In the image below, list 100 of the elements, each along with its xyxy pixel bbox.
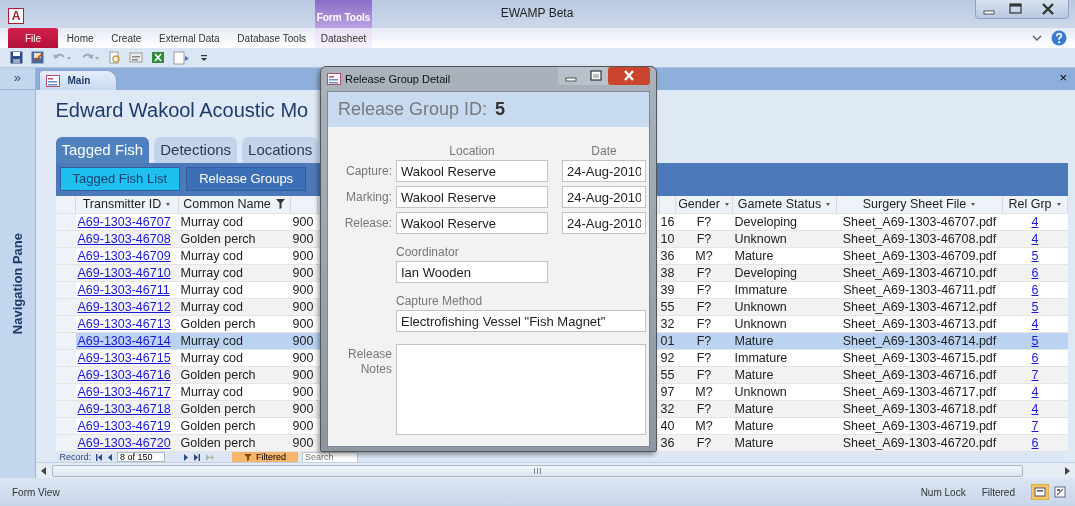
dialog-title: Release Group Detail (345, 71, 451, 87)
table-cell[interactable]: A69-1303-46707 (77, 214, 171, 229)
table-cell: M? (695, 248, 713, 263)
table-cell[interactable]: A69-1303-46719 (77, 418, 171, 433)
table-cell: Sheet_A69-1303-46715.pdf (842, 350, 997, 365)
table-cell[interactable]: A69-1303-46715 (77, 350, 171, 365)
table-cell[interactable]: 6 (1031, 350, 1039, 365)
save-as-icon[interactable] (31, 51, 44, 64)
caret-icon[interactable] (1055, 201, 1062, 208)
location-field[interactable]: Wakool Reserve (396, 186, 548, 208)
caret-icon[interactable] (970, 201, 977, 208)
first-record-icon[interactable] (95, 452, 103, 462)
table-cell: F? (696, 367, 712, 382)
table-cell: M? (695, 418, 713, 433)
table-cell[interactable]: A69-1303-46713 (77, 316, 171, 331)
table-cell: 900 (292, 282, 314, 297)
file-tab[interactable]: File (8, 28, 58, 48)
table-cell: Unknown (734, 316, 787, 331)
table-cell[interactable]: 6 (1031, 265, 1039, 280)
form-view-icon[interactable] (1031, 484, 1049, 500)
table-cell[interactable]: 5 (1031, 333, 1039, 348)
caret-icon[interactable] (165, 201, 172, 208)
close-button[interactable]: × (1059, 68, 1067, 90)
table-cell: Golden perch (180, 418, 256, 433)
table-cell[interactable]: A69-1303-46709 (77, 248, 171, 263)
table-cell[interactable]: 5 (1031, 248, 1039, 263)
table-cell[interactable]: 6 (1031, 282, 1039, 297)
search-field[interactable]: Search (302, 451, 359, 463)
caret-icon[interactable] (825, 201, 832, 208)
table-cell: 36 (660, 248, 675, 263)
table-cell[interactable]: 6 (1031, 435, 1039, 450)
previous-record-icon[interactable] (107, 452, 113, 462)
spreadsheet-icon[interactable] (151, 51, 165, 64)
save-icon[interactable] (10, 51, 23, 64)
column-header[interactable]: Surgery Sheet File (836, 196, 1003, 213)
table-cell: 900 (292, 401, 314, 416)
report-icon[interactable] (129, 51, 143, 64)
help-icon[interactable] (1051, 30, 1067, 46)
table-cell: Murray cod (180, 282, 244, 297)
table-cell[interactable]: 4 (1031, 384, 1039, 399)
column-header[interactable]: Common Name (178, 196, 291, 213)
caret-icon[interactable] (723, 201, 730, 208)
navigation-pane-title[interactable]: Navigation Pane (7, 233, 27, 335)
table-cell: Mature (734, 435, 774, 450)
column-header[interactable]: Gamete Status (732, 196, 837, 213)
table-cell[interactable]: 4 (1031, 401, 1039, 416)
scrollbar-thumb[interactable] (51, 464, 1023, 477)
maximize-button[interactable] (584, 67, 608, 85)
document-tab[interactable]: Main (38, 70, 118, 90)
table-cell: F? (696, 265, 712, 280)
app-logo[interactable]: A (8, 8, 24, 24)
ribbon-tab[interactable]: Database Tools (233, 28, 311, 48)
date-field[interactable]: 24-Aug-2010 (562, 212, 646, 234)
table-cell[interactable]: 5 (1031, 299, 1039, 314)
filter-icon[interactable] (274, 198, 286, 211)
table-cell: Sheet_A69-1303-46718.pdf (842, 401, 997, 416)
form-tab[interactable]: Detections (154, 137, 238, 163)
date-field[interactable]: 24-Aug-2010 (562, 160, 646, 182)
next-record-icon[interactable] (183, 452, 189, 462)
form-tab[interactable]: Tagged Fish (55, 137, 150, 163)
status-indicator: Num Lock (920, 485, 966, 500)
last-record-icon[interactable] (193, 452, 201, 462)
close-button[interactable] (608, 67, 650, 85)
table-cell[interactable]: 7 (1031, 418, 1039, 433)
table-cell: F? (696, 435, 712, 450)
notes-field[interactable] (396, 344, 646, 435)
form-tab[interactable]: Locations (242, 137, 319, 163)
ribbon-tab[interactable]: Create (107, 28, 146, 48)
caret-icon[interactable] (1031, 33, 1043, 43)
coordinator-field[interactable]: Ian Wooden (396, 261, 548, 283)
table-cell: Sheet_A69-1303-46720.pdf (842, 435, 997, 450)
table-cell[interactable]: 4 (1031, 231, 1039, 246)
location-field[interactable]: Wakool Reserve (396, 160, 548, 182)
column-header[interactable]: Gender (675, 196, 733, 213)
column-header[interactable]: Rel Grp (1002, 196, 1068, 213)
column-header[interactable]: Transmitter ID (75, 196, 179, 213)
document-icon[interactable] (173, 50, 191, 65)
dropdown-icon[interactable] (199, 52, 209, 63)
expand-button[interactable]: » (0, 68, 35, 90)
table-cell[interactable]: A69-1303-46711 (77, 282, 170, 297)
table-cell: F? (696, 214, 712, 229)
ribbon-tab[interactable]: External Data (155, 28, 224, 48)
table-cell: Mature (734, 248, 774, 263)
table-cell[interactable]: A69-1303-46717 (77, 384, 171, 399)
contextual-ribbon-tab[interactable]: Datasheet (315, 28, 372, 48)
table-cell[interactable]: 4 (1031, 316, 1039, 331)
design-view-icon[interactable] (1053, 485, 1067, 499)
date-field[interactable]: 24-Aug-2010 (562, 186, 646, 208)
capture-method-field[interactable]: Electrofishing Vessel "Fish Magnet" (396, 310, 646, 332)
field-label: Release Notes (346, 347, 392, 377)
subform-button[interactable]: Release Groups (186, 167, 307, 191)
location-field[interactable]: Wakool Reserve (396, 212, 548, 234)
table-cell: Sheet_A69-1303-46707.pdf (842, 214, 997, 229)
ribbon-tab[interactable]: Home (62, 28, 98, 48)
subform-button[interactable]: Tagged Fish List (59, 167, 181, 191)
table-cell[interactable]: 7 (1031, 367, 1039, 382)
table-cell[interactable]: 4 (1031, 214, 1039, 229)
status-indicator: Filtered (981, 485, 1015, 500)
filter-toggle-button[interactable]: Filtered (232, 451, 299, 463)
record-position-field[interactable]: 8 of 150 (117, 452, 165, 462)
